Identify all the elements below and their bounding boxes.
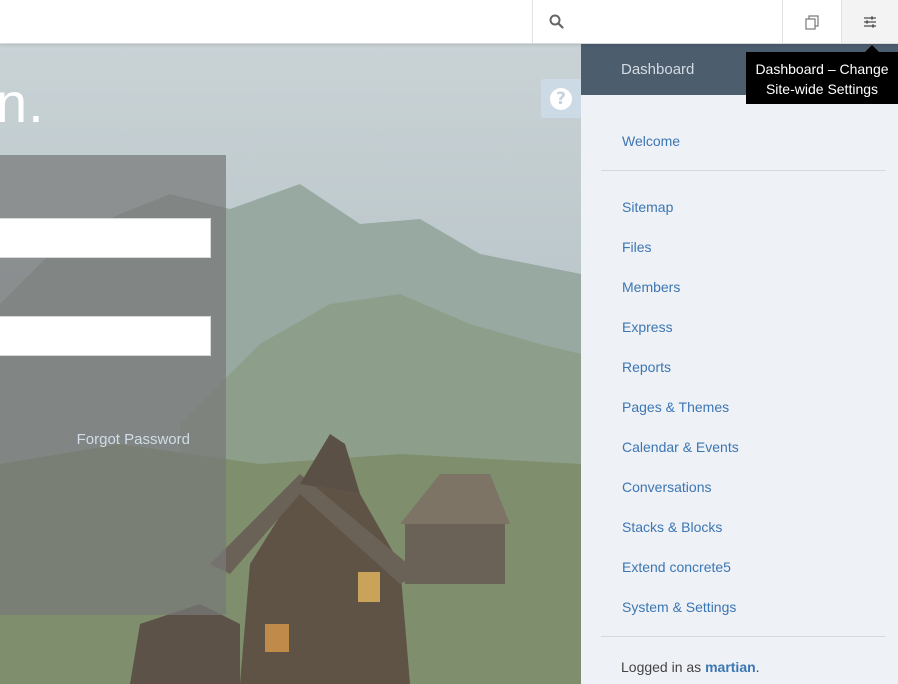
dashboard-item-extend[interactable]: Extend concrete5	[581, 547, 898, 587]
dashboard-item-sitemap[interactable]: Sitemap	[581, 187, 898, 227]
dashboard-item-reports[interactable]: Reports	[581, 347, 898, 387]
password-field[interactable]	[0, 316, 211, 356]
tooltip-arrow	[865, 45, 879, 52]
dashboard-link[interactable]: Extend concrete5	[622, 559, 731, 575]
search-box[interactable]	[532, 0, 782, 43]
divider	[601, 170, 886, 171]
dashboard-link[interactable]: System & Settings	[622, 599, 736, 615]
help-button[interactable]: ?	[541, 79, 581, 118]
sliders-icon	[864, 16, 876, 27]
dashboard-title: Dashboard	[621, 61, 695, 78]
settings-tooltip: Dashboard – Change Site-wide Settings	[746, 52, 898, 104]
dashboard-link[interactable]: Conversations	[622, 479, 712, 495]
dashboard-link[interactable]: Reports	[622, 359, 671, 375]
dashboard-item-files[interactable]: Files	[581, 227, 898, 267]
tooltip-line: Dashboard – Change	[755, 61, 889, 77]
search-input[interactable]	[572, 6, 782, 37]
forgot-password-link[interactable]: Forgot Password	[77, 431, 190, 448]
dashboard-item-members[interactable]: Members	[581, 267, 898, 307]
tooltip-line: Site-wide Settings	[765, 81, 879, 97]
dashboard-item-conversations[interactable]: Conversations	[581, 467, 898, 507]
dashboard-item-calendar-events[interactable]: Calendar & Events	[581, 427, 898, 467]
dashboard-link[interactable]: Express	[622, 319, 673, 335]
logged-in-status: Logged in as martian.	[581, 659, 898, 675]
dashboard-link[interactable]: Welcome	[622, 133, 680, 149]
dashboard-link[interactable]: Stacks & Blocks	[622, 519, 722, 535]
sitemap-icon	[804, 14, 819, 30]
question-icon: ?	[550, 87, 572, 110]
divider	[601, 636, 886, 637]
dashboard-item-stacks-blocks[interactable]: Stacks & Blocks	[581, 507, 898, 547]
dashboard-item-pages-themes[interactable]: Pages & Themes	[581, 387, 898, 427]
dashboard-panel: Dashboard Welcome Sitemap Files Members …	[581, 44, 898, 684]
dashboard-link[interactable]: Pages & Themes	[622, 399, 729, 415]
dashboard-link[interactable]: Sitemap	[622, 199, 673, 215]
login-form-panel: Forgot Password	[0, 155, 226, 615]
dashboard-settings-button[interactable]	[841, 0, 898, 43]
dashboard-item-welcome[interactable]: Welcome	[581, 121, 898, 161]
dashboard-link[interactable]: Files	[622, 239, 652, 255]
dashboard-link[interactable]: Calendar & Events	[622, 439, 739, 455]
dashboard-item-system-settings[interactable]: System & Settings	[581, 587, 898, 627]
sitemap-button[interactable]	[782, 0, 840, 43]
username-field[interactable]	[0, 218, 211, 258]
dashboard-link[interactable]: Members	[622, 279, 680, 295]
login-headline: n.	[0, 71, 45, 134]
top-toolbar	[0, 0, 898, 44]
logged-in-prefix: Logged in as	[621, 659, 706, 675]
search-icon	[549, 14, 564, 29]
dashboard-item-express[interactable]: Express	[581, 307, 898, 347]
logged-in-suffix: .	[755, 659, 760, 675]
user-link[interactable]: martian	[705, 659, 756, 675]
